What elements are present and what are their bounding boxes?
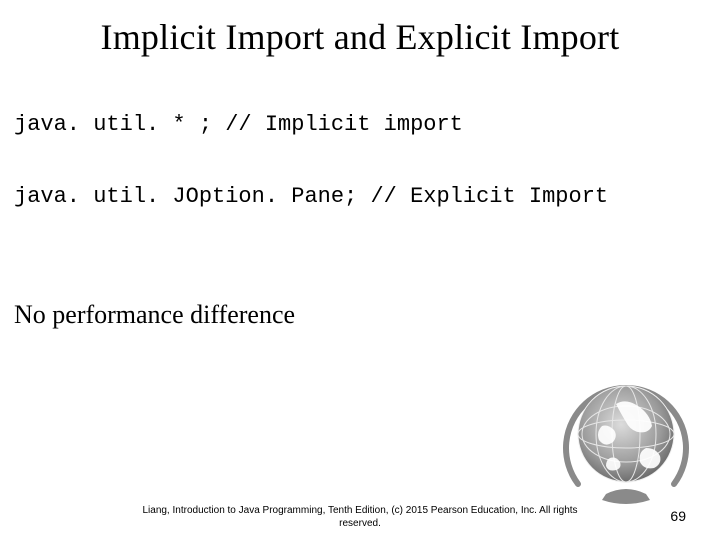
code-implicit-import: java. util. * ; // Implicit import [14, 112, 463, 137]
page-number: 69 [670, 508, 686, 524]
slide: Implicit Import and Explicit Import java… [0, 0, 720, 540]
body-note: No performance difference [14, 300, 295, 330]
globe-icon [556, 366, 696, 506]
code-explicit-import: java. util. JOption. Pane; // Explicit I… [14, 184, 608, 209]
slide-title: Implicit Import and Explicit Import [0, 16, 720, 58]
footer-copyright: Liang, Introduction to Java Programming,… [130, 505, 590, 530]
